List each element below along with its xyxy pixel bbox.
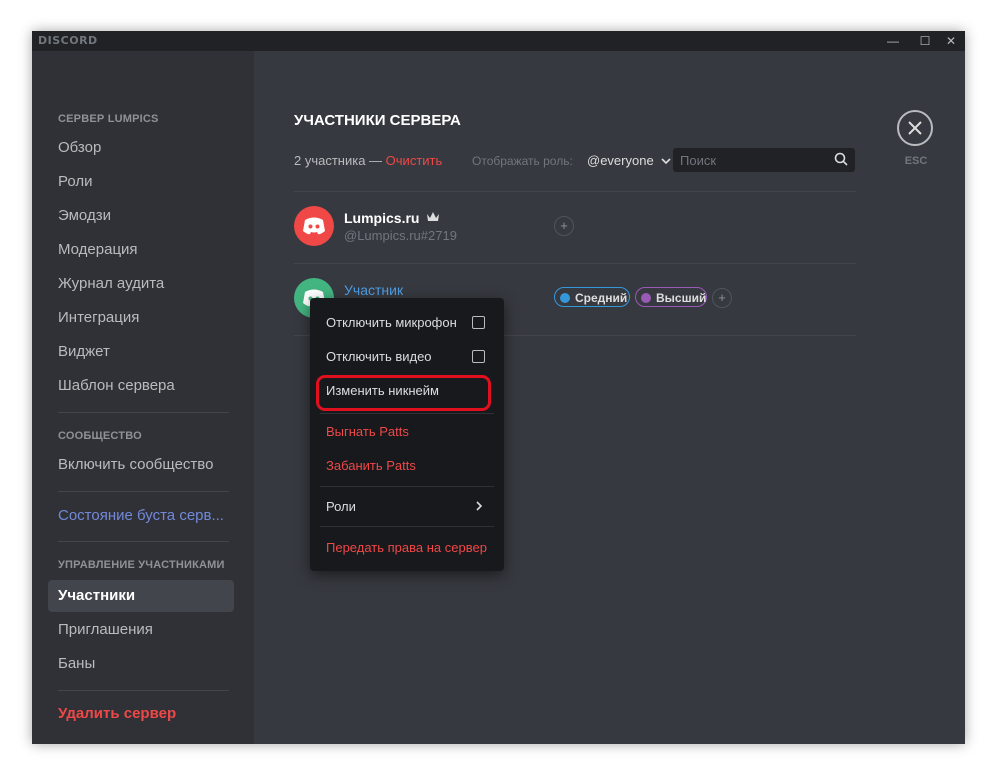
discord-logo-icon [303, 217, 325, 235]
member-name[interactable]: Lumpics.ru [344, 210, 440, 226]
title-bar: DISCORD — ☐ ✕ [32, 31, 965, 51]
sidebar-divider [58, 412, 229, 413]
crown-icon [427, 212, 440, 221]
sidebar-item-integrations[interactable]: Интеграция [48, 302, 234, 334]
minimize-button[interactable]: — [880, 31, 906, 51]
role-badge-high[interactable]: Высший [635, 287, 707, 307]
discord-logo: DISCORD [38, 34, 98, 47]
close-icon [908, 121, 922, 135]
page-title: УЧАСТНИКИ СЕРВЕРА [294, 112, 461, 129]
divider [294, 263, 856, 264]
menu-item-transfer-ownership[interactable]: Передать права на сервер [326, 540, 487, 555]
role-filter-value: @everyone [587, 153, 654, 168]
role-color-dot [560, 293, 570, 303]
sidebar-item-boost-status[interactable]: Состояние буста серв... [48, 500, 234, 532]
plus-icon: + [718, 290, 726, 305]
close-settings-button[interactable] [897, 110, 933, 146]
window-close-button[interactable]: ✕ [938, 31, 964, 51]
chevron-down-icon [661, 158, 671, 165]
sidebar-item-emoji[interactable]: Эмодзи [48, 200, 234, 232]
member-tag: @Lumpics.ru#2719 [344, 228, 457, 243]
member-count: 2 участника — Очистить [294, 153, 442, 168]
member-context-menu: Отключить микрофон Отключить видео Измен… [310, 298, 504, 571]
sidebar-item-moderation[interactable]: Модерация [48, 234, 234, 266]
member-name[interactable]: Участник [344, 282, 403, 298]
role-badge-medium[interactable]: Средний [554, 287, 630, 307]
menu-divider [320, 486, 494, 487]
avatar[interactable] [294, 206, 334, 246]
menu-item-video[interactable]: Отключить видео [326, 349, 432, 364]
sidebar-item-overview[interactable]: Обзор [48, 132, 234, 164]
sidebar-item-delete-server[interactable]: Удалить сервер [48, 698, 234, 730]
menu-divider [320, 526, 494, 527]
role-name: Высший [656, 291, 707, 305]
search-input[interactable]: Поиск [673, 148, 855, 172]
menu-item-kick[interactable]: Выгнать Patts [326, 424, 409, 439]
settings-sidebar: СЕРВЕР LUMPICS Обзор Роли Эмодзи Модерац… [32, 51, 254, 744]
sidebar-item-invites[interactable]: Приглашения [48, 614, 234, 646]
add-role-button[interactable]: + [554, 216, 574, 236]
sidebar-item-widget[interactable]: Виджет [48, 336, 234, 368]
video-checkbox[interactable] [472, 350, 485, 363]
section-header-community: СООБЩЕСТВО [58, 430, 142, 442]
role-filter-dropdown[interactable]: @everyone [587, 153, 671, 168]
sidebar-item-audit-log[interactable]: Журнал аудита [48, 268, 234, 300]
menu-item-ban[interactable]: Забанить Patts [326, 458, 416, 473]
add-role-button[interactable]: + [712, 288, 732, 308]
member-count-text: 2 участника — [294, 153, 386, 168]
sidebar-item-bans[interactable]: Баны [48, 648, 234, 680]
esc-label: ESC [904, 155, 928, 167]
sidebar-item-server-template[interactable]: Шаблон сервера [48, 370, 234, 402]
search-icon [834, 152, 848, 166]
divider [294, 191, 856, 192]
clear-link[interactable]: Очистить [386, 153, 443, 168]
member-name-text: Lumpics.ru [344, 210, 420, 226]
sidebar-divider [58, 690, 229, 691]
sidebar-divider [58, 491, 229, 492]
mute-checkbox[interactable] [472, 316, 485, 329]
section-header-member-management: УПРАВЛЕНИЕ УЧАСТНИКАМИ [58, 559, 225, 571]
sidebar-divider [58, 541, 229, 542]
sidebar-item-roles[interactable]: Роли [48, 166, 234, 198]
sidebar-item-enable-community[interactable]: Включить сообщество [48, 449, 234, 481]
menu-divider [320, 413, 494, 414]
plus-icon: + [560, 218, 568, 233]
discord-window: DISCORD — ☐ ✕ СЕРВЕР LUMPICS Обзор Роли … [32, 31, 965, 744]
role-color-dot [641, 293, 651, 303]
section-header-server: СЕРВЕР LUMPICS [58, 113, 159, 125]
search-placeholder: Поиск [680, 153, 717, 168]
chevron-right-icon [476, 501, 483, 511]
sidebar-item-members[interactable]: Участники [48, 580, 234, 612]
role-name: Средний [575, 291, 628, 305]
maximize-button[interactable]: ☐ [912, 31, 938, 51]
menu-item-mute[interactable]: Отключить микрофон [326, 315, 457, 330]
highlight-frame [316, 375, 491, 411]
menu-item-roles[interactable]: Роли [326, 499, 356, 514]
role-filter-label: Отображать роль: [472, 154, 573, 168]
